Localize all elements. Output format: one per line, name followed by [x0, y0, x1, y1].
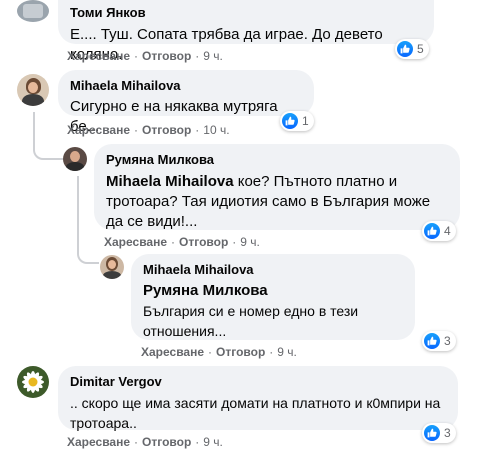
mention-link[interactable]: Румяна Милкова: [143, 282, 268, 299]
like-button[interactable]: Харесване: [104, 235, 167, 249]
comment-bubble: Томи Янков Е.... Туш. Сопата трябва да и…: [58, 0, 434, 63]
timestamp[interactable]: 9 ч.: [240, 235, 260, 249]
reaction-number: 3: [444, 426, 451, 440]
comment-author[interactable]: Mihaela Mihailova: [70, 78, 302, 94]
comment-actions: Харесване · Отговор · 9 ч.: [67, 49, 223, 63]
comment-author[interactable]: Mihaela Mihailova: [143, 262, 403, 278]
like-reaction-icon: [397, 41, 413, 57]
like-reaction-icon: [282, 113, 298, 129]
avatar[interactable]: [17, 366, 49, 398]
avatar[interactable]: [63, 147, 87, 171]
reply-button[interactable]: Отговор: [216, 345, 265, 359]
reaction-count[interactable]: 1: [280, 111, 314, 131]
avatar[interactable]: [17, 0, 49, 22]
timestamp[interactable]: 9 ч.: [203, 435, 223, 449]
reaction-number: 1: [302, 114, 309, 128]
reply-button[interactable]: Отговор: [142, 49, 191, 63]
comment-bubble: Mihaela Mihailova Румяна Милкова Българи…: [131, 254, 415, 340]
reply-button[interactable]: Отговор: [142, 435, 191, 449]
avatar[interactable]: [100, 255, 124, 279]
timestamp[interactable]: 10 ч.: [203, 123, 229, 137]
like-reaction-icon: [424, 223, 440, 239]
reaction-count[interactable]: 3: [422, 423, 456, 443]
comment-actions: Харесване · Отговор · 9 ч.: [67, 435, 223, 449]
comment-author[interactable]: Dimitar Vergov: [70, 374, 446, 390]
timestamp[interactable]: 9 ч.: [277, 345, 297, 359]
thread-line-1: [33, 112, 63, 160]
comment-bubble: Румяна Милкова Mihaela Mihailova кое? Пъ…: [94, 144, 460, 230]
reaction-number: 5: [417, 42, 424, 56]
mention-link[interactable]: Mihaela Mihailova: [106, 173, 234, 190]
comment-text: Mihaela Mihailova кое? Пътното платно и …: [106, 172, 448, 232]
like-button[interactable]: Харесване: [141, 345, 204, 359]
comment-bubble: Dimitar Vergov .. скоро ще има засяти до…: [58, 366, 458, 431]
reaction-count[interactable]: 5: [395, 39, 429, 59]
like-reaction-icon: [424, 333, 440, 349]
comment-author[interactable]: Румяна Милкова: [106, 152, 448, 168]
comment-actions: Харесване · Отговор · 9 ч.: [141, 345, 297, 359]
timestamp[interactable]: 9 ч.: [203, 49, 223, 63]
like-button[interactable]: Харесване: [67, 435, 130, 449]
daisy-icon: [22, 371, 44, 393]
reaction-count[interactable]: 4: [422, 221, 456, 241]
comment-mention: Румяна Милкова: [143, 281, 403, 301]
reaction-number: 4: [444, 224, 451, 238]
comment-bubble: Mihaela Mihailova Сигурно е на някаква м…: [58, 70, 314, 135]
reaction-number: 3: [444, 334, 451, 348]
reply-button[interactable]: Отговор: [179, 235, 228, 249]
comment-actions: Харесване · Отговор · 9 ч.: [104, 235, 260, 249]
reply-button[interactable]: Отговор: [142, 123, 191, 137]
like-reaction-icon: [424, 425, 440, 441]
comment-actions: Харесване · Отговор · 10 ч.: [67, 123, 230, 137]
like-button[interactable]: Харесване: [67, 49, 130, 63]
comment-author[interactable]: Томи Янков: [70, 5, 422, 21]
comment-text: България си е номер едно в тези отношени…: [143, 303, 363, 339]
like-button[interactable]: Харесване: [67, 123, 130, 137]
reaction-count[interactable]: 3: [422, 331, 456, 351]
avatar[interactable]: [17, 74, 49, 106]
comment-text: .. скоро ще има засяти домати на платнот…: [70, 395, 445, 431]
